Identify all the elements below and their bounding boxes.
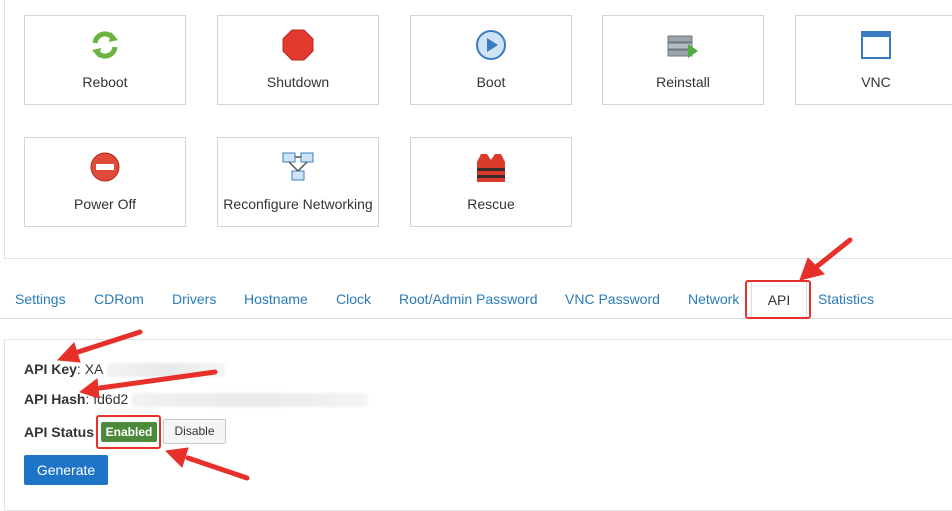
api-hash-redacted [132, 393, 369, 408]
tab-cdrom[interactable]: CDRom [94, 280, 144, 318]
vnc-button[interactable]: VNC [795, 15, 952, 105]
api-tab-highlight [745, 280, 811, 319]
reinstall-icon [603, 28, 763, 62]
reboot-label: Reboot [82, 74, 128, 90]
tab-root-admin-password[interactable]: Root/Admin Password [399, 280, 538, 318]
rescue-label: Rescue [467, 196, 515, 212]
generate-button[interactable]: Generate [24, 455, 108, 485]
vnc-label: VNC [861, 74, 891, 90]
boot-icon [411, 28, 571, 62]
reinstall-button[interactable]: Reinstall [602, 15, 764, 105]
shutdown-label: Shutdown [266, 74, 330, 90]
vnc-icon [796, 28, 952, 62]
rescue-button[interactable]: Rescue [410, 137, 572, 227]
power-off-label: Power Off [74, 196, 136, 212]
shutdown-button[interactable]: Shutdown [217, 15, 379, 105]
api-hash-value: : fd6d2 [85, 391, 129, 407]
power-off-button[interactable]: Power Off [24, 137, 186, 227]
tab-vnc-password[interactable]: VNC Password [565, 280, 660, 318]
api-hash-row: API Hash: fd6d2 [24, 391, 369, 408]
rescue-icon [411, 150, 571, 184]
tab-statistics[interactable]: Statistics [818, 280, 874, 318]
network-icon [218, 150, 378, 184]
tab-hostname[interactable]: Hostname [244, 280, 308, 318]
reboot-button[interactable]: Reboot [24, 15, 186, 105]
api-key-value: : XA [76, 361, 103, 377]
api-status-row: API Status [24, 424, 94, 440]
api-key-label: API Key [24, 361, 77, 377]
reinstall-label: Reinstall [656, 74, 710, 90]
api-key-row: API Key: XA [24, 361, 225, 378]
power-off-icon [25, 150, 185, 184]
boot-label: Boot [476, 74, 506, 90]
enabled-highlight [96, 415, 161, 449]
tab-drivers[interactable]: Drivers [172, 280, 216, 318]
tab-network[interactable]: Network [688, 280, 739, 318]
tab-settings[interactable]: Settings [15, 280, 66, 318]
api-key-redacted [106, 363, 225, 378]
reconfigure-networking-button[interactable]: Reconfigure Networking [217, 137, 379, 227]
disable-button[interactable]: Disable [163, 419, 226, 444]
shutdown-icon [218, 28, 378, 62]
arrow-head-api-tab [799, 257, 825, 281]
boot-button[interactable]: Boot [410, 15, 572, 105]
api-status-label: API Status [24, 424, 95, 440]
tab-clock[interactable]: Clock [336, 280, 371, 318]
reconfigure-networking-label: Reconfigure Networking [223, 196, 373, 212]
api-hash-label: API Hash [24, 391, 86, 407]
reboot-icon [25, 28, 185, 62]
